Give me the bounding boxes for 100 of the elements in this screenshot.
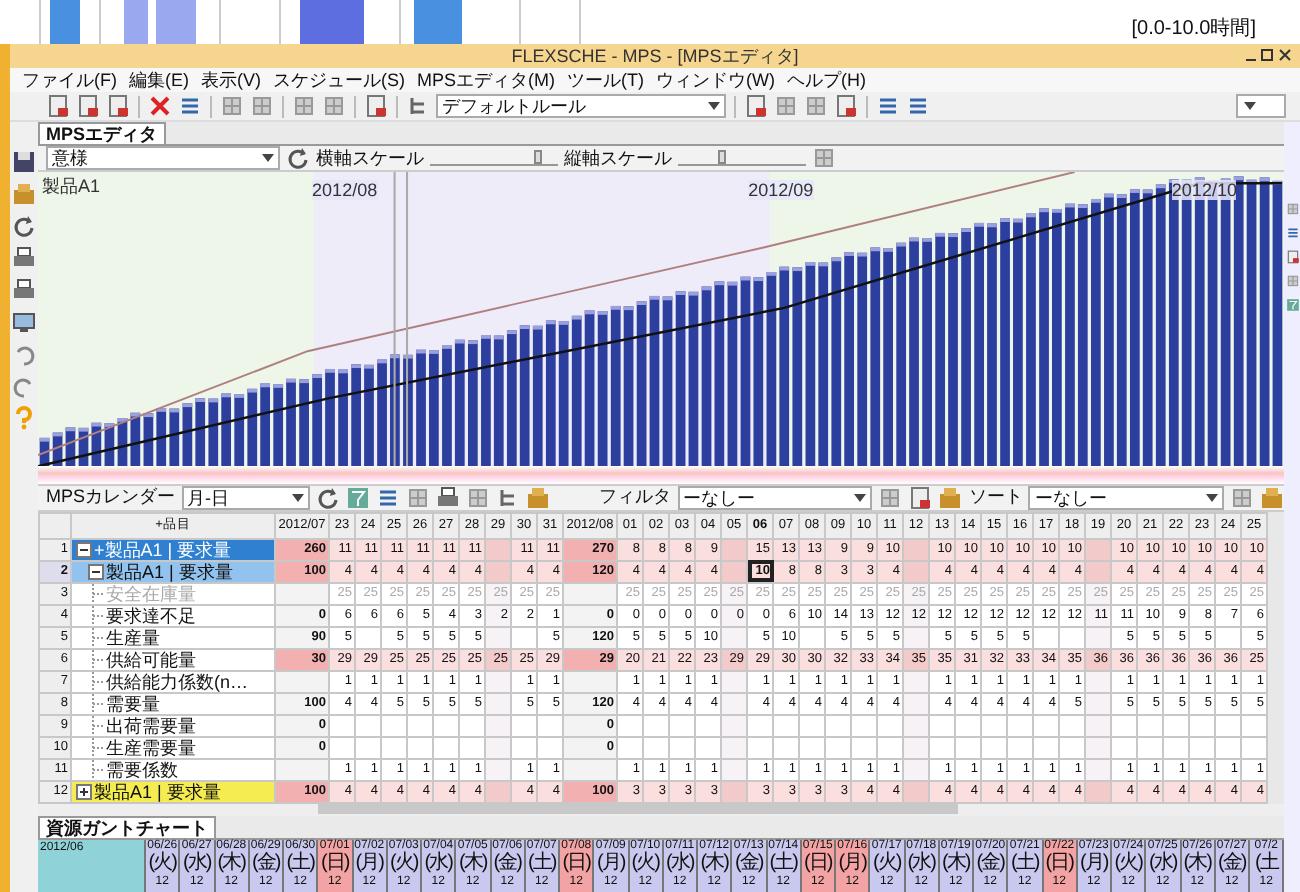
table-cell[interactable]	[799, 626, 825, 649]
table-cell[interactable]	[381, 736, 407, 759]
table-cell[interactable]	[1189, 736, 1215, 759]
table-cell[interactable]	[955, 714, 981, 737]
menu-item[interactable]: ツール(T)	[567, 68, 644, 92]
table-cell[interactable]	[329, 736, 355, 759]
document-icon[interactable]	[76, 94, 100, 118]
cursor-line[interactable]	[393, 172, 408, 467]
box-icon[interactable]	[1260, 485, 1284, 510]
table-cell[interactable]	[329, 714, 355, 737]
table-cell[interactable]	[1137, 736, 1163, 759]
table-cell[interactable]	[773, 736, 799, 759]
table-cell[interactable]	[825, 736, 851, 759]
menu-item[interactable]: ファイル(F)	[22, 68, 117, 92]
table-cell[interactable]	[1007, 736, 1033, 759]
table-cell[interactable]	[1189, 714, 1215, 737]
grid-icon[interactable]	[322, 94, 346, 118]
table-cell[interactable]	[1215, 736, 1241, 759]
table-cell[interactable]	[407, 736, 433, 759]
grid-icon[interactable]	[878, 485, 903, 510]
list-icon[interactable]	[178, 94, 202, 118]
scale-slider[interactable]	[678, 150, 806, 166]
table-cell[interactable]	[747, 714, 773, 737]
tree-icon[interactable]	[406, 94, 430, 118]
scale-slider[interactable]	[430, 150, 558, 166]
table-cell[interactable]	[643, 736, 669, 759]
table-cell[interactable]	[381, 714, 407, 737]
table-cell[interactable]	[773, 714, 799, 737]
menu-item[interactable]: 編集(E)	[129, 68, 189, 92]
table-cell[interactable]	[355, 626, 381, 649]
scrollbar-thumb[interactable]	[318, 803, 958, 814]
table-cell[interactable]	[981, 736, 1007, 759]
list-icon[interactable]	[376, 485, 401, 510]
table-cell[interactable]	[1033, 714, 1059, 737]
table-cell[interactable]	[511, 626, 537, 649]
refresh-icon[interactable]	[316, 485, 341, 510]
row-label-cell[interactable]: 供給能力係数(n…	[71, 670, 275, 693]
table-cell[interactable]	[433, 714, 459, 737]
table-cell[interactable]	[1163, 714, 1189, 737]
table-cell[interactable]	[799, 714, 825, 737]
grid-icon[interactable]	[250, 94, 274, 118]
printer-icon[interactable]	[12, 246, 36, 270]
table-cell[interactable]	[669, 714, 695, 737]
grid-icon[interactable]	[774, 94, 798, 118]
expander-icon[interactable]	[88, 563, 104, 580]
row-label-cell[interactable]: 需要量	[71, 692, 275, 715]
document-tab[interactable]: MPSエディタ	[38, 122, 166, 144]
list-icon[interactable]	[876, 94, 900, 118]
table-cell[interactable]	[1215, 714, 1241, 737]
undo-icon[interactable]	[12, 342, 36, 366]
table-cell[interactable]	[1007, 714, 1033, 737]
save-icon[interactable]	[12, 150, 36, 174]
table-cell[interactable]	[929, 736, 955, 759]
table-cell[interactable]	[355, 736, 381, 759]
menu-item[interactable]: スケジュール(S)	[273, 68, 405, 92]
monitor-icon[interactable]	[12, 310, 36, 334]
box-icon[interactable]	[12, 182, 36, 206]
box-icon[interactable]	[938, 485, 963, 510]
grid-icon[interactable]	[1285, 274, 1299, 288]
slider-thumb[interactable]	[718, 150, 727, 164]
box-icon[interactable]	[526, 485, 551, 510]
table-cell[interactable]	[407, 714, 433, 737]
row-label-cell[interactable]: 需要係数	[71, 758, 275, 781]
row-label-cell[interactable]: 生産量	[71, 626, 275, 649]
rule-dropdown[interactable]: デフォルトルール	[436, 94, 726, 118]
row-label-cell[interactable]: 生産需要量	[71, 736, 275, 759]
table-cell[interactable]	[747, 736, 773, 759]
document-icon[interactable]	[744, 94, 768, 118]
window-controls-icon[interactable]	[1244, 48, 1292, 64]
printer-icon[interactable]	[436, 485, 461, 510]
document-icon[interactable]	[46, 94, 70, 118]
list-icon[interactable]	[906, 94, 930, 118]
table-cell[interactable]	[851, 714, 877, 737]
table-cell[interactable]	[1137, 714, 1163, 737]
table-cell[interactable]	[929, 714, 955, 737]
menu-item[interactable]: ウィンドウ(W)	[656, 68, 775, 92]
sort-dropdown[interactable]: ーなしー	[1028, 485, 1224, 510]
refresh-icon[interactable]	[286, 146, 310, 170]
dropdown-field[interactable]	[1236, 94, 1286, 118]
table-cell[interactable]	[1215, 626, 1241, 649]
table-cell[interactable]	[643, 714, 669, 737]
table-cell[interactable]	[1033, 626, 1059, 649]
grid-icon[interactable]	[812, 146, 836, 170]
slider-thumb[interactable]	[534, 150, 543, 164]
delete-icon[interactable]	[148, 94, 172, 118]
redo-icon[interactable]	[12, 374, 36, 398]
table-cell[interactable]	[617, 714, 643, 737]
table-cell[interactable]	[825, 714, 851, 737]
printer-icon[interactable]	[12, 278, 36, 302]
table-cell[interactable]	[617, 736, 643, 759]
refresh-icon[interactable]	[12, 214, 36, 238]
menu-item[interactable]: MPSエディタ(M)	[417, 68, 555, 92]
document-icon[interactable]	[1285, 250, 1299, 264]
table-cell[interactable]	[669, 736, 695, 759]
document-icon[interactable]	[834, 94, 858, 118]
expander-icon[interactable]	[76, 783, 92, 800]
table-cell[interactable]	[1033, 736, 1059, 759]
grid-icon[interactable]	[804, 94, 828, 118]
list-icon[interactable]	[1285, 226, 1299, 240]
grid-icon[interactable]	[292, 94, 316, 118]
